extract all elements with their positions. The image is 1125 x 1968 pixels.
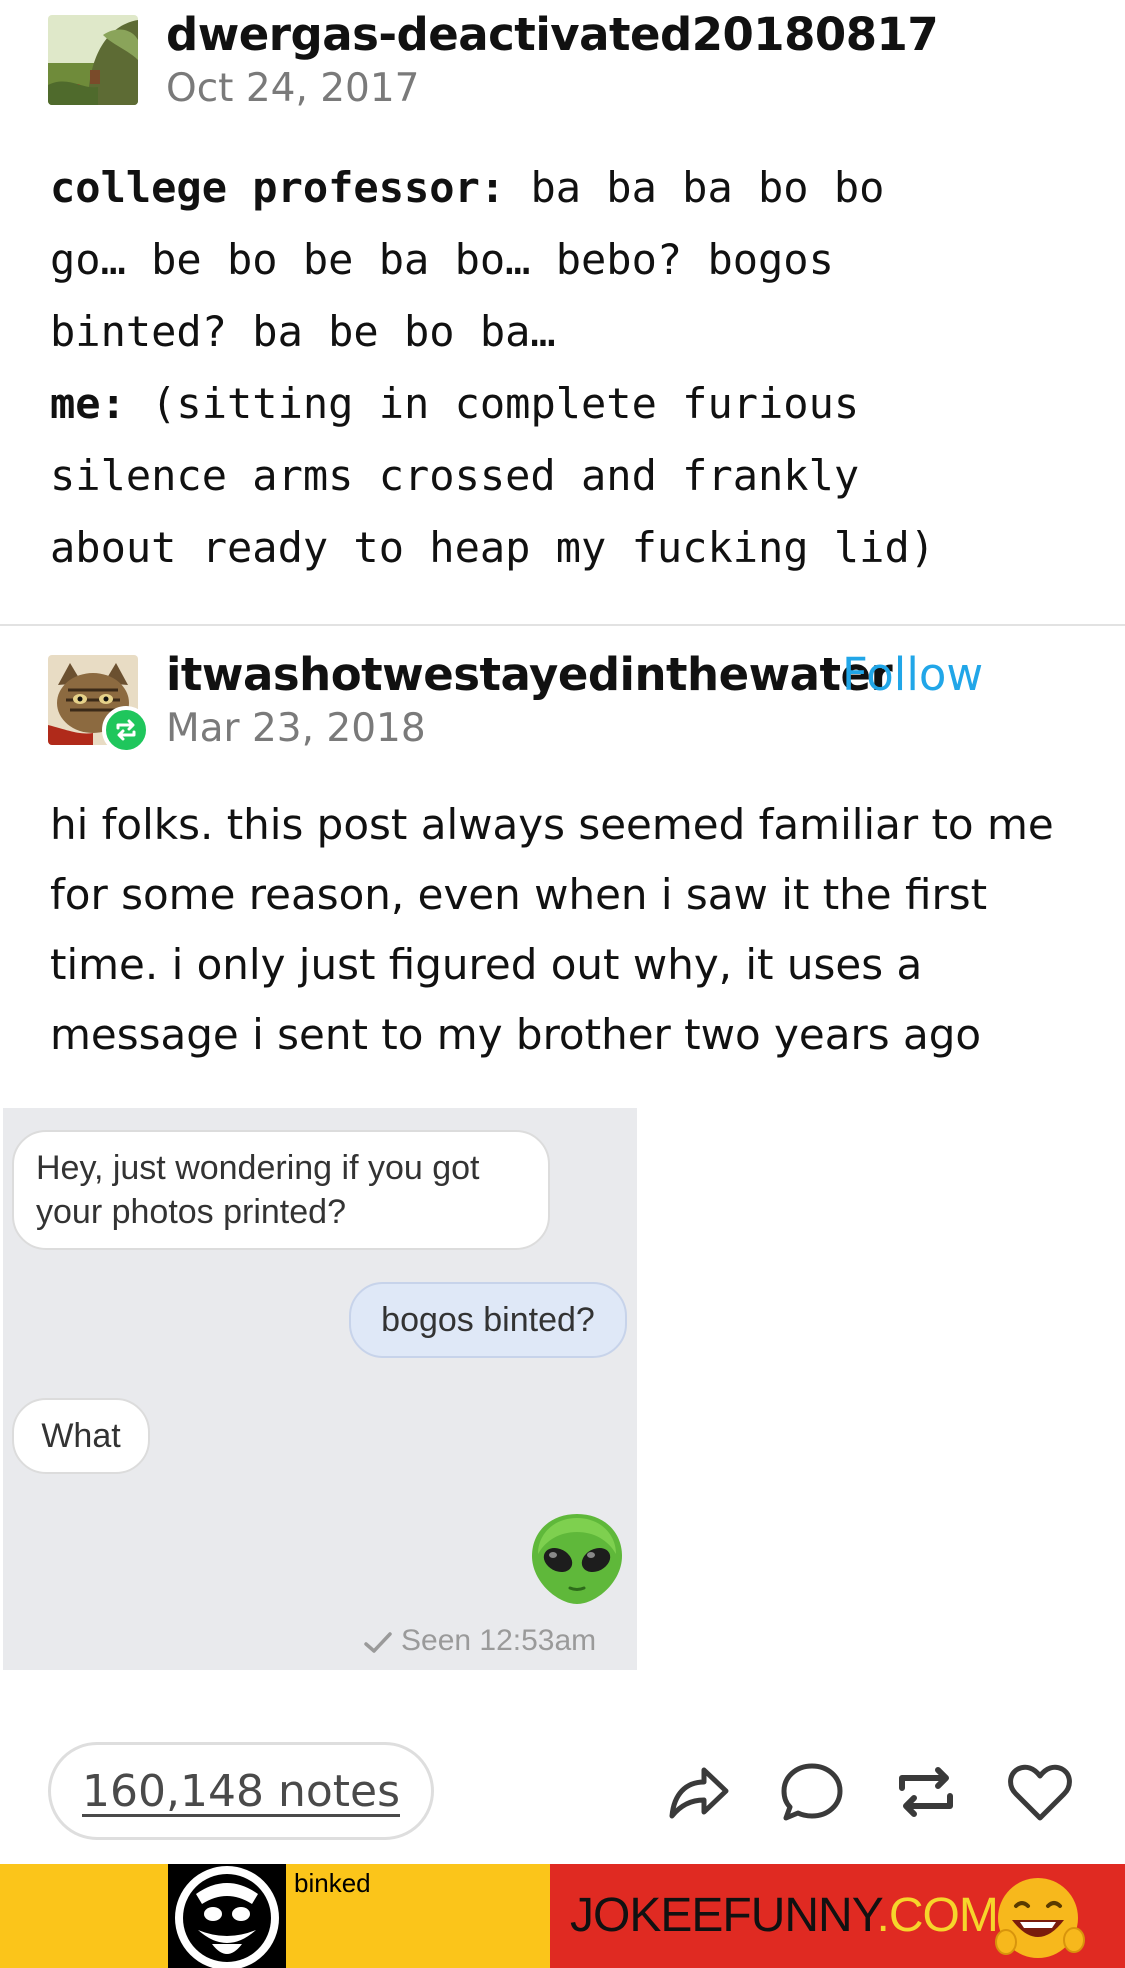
post2-body: hi folks. this post always seemed famili… [50, 790, 1090, 1070]
post1-username[interactable]: dwergas-deactivated20180817 [166, 8, 939, 61]
wario-face-icon [168, 1864, 286, 1968]
chat-screenshot: Hey, just wondering if you got your phot… [3, 1108, 637, 1670]
post2-username[interactable]: itwashotwestayedinthewater [166, 648, 893, 701]
reblog-icon[interactable] [892, 1758, 960, 1826]
chat-message-outgoing: bogos binted? [349, 1282, 627, 1358]
watermark-banner: binked JOKEEFUNNY.COM [0, 1864, 1125, 1968]
alien-emoji-icon [532, 1514, 622, 1604]
post1-line: about ready to heap my fucking lid) [50, 523, 936, 572]
hobbit-hole-avatar-image [48, 15, 138, 105]
seen-status: Seen 12:53am [401, 1624, 597, 1657]
post2-line: for some reason, even when i saw it the … [50, 870, 988, 919]
post1-line: college professor: ba ba ba bo bo [50, 163, 885, 212]
chat-message-text: your photos printed? [36, 1193, 346, 1231]
share-icon[interactable] [664, 1758, 732, 1826]
post2-line: time. i only just figured out why, it us… [50, 940, 923, 989]
follow-button[interactable]: Follow [842, 648, 983, 701]
post2-date: Mar 23, 2018 [166, 706, 426, 751]
notes-count: 160,148 notes [82, 1765, 400, 1817]
chat-message-incoming: What [12, 1398, 150, 1474]
like-heart-icon[interactable] [1006, 1758, 1074, 1826]
post1-line: me: (sitting in complete furious [50, 379, 860, 428]
checkmark-icon [364, 1632, 392, 1653]
post1-date: Oct 24, 2017 [166, 66, 420, 111]
notes-button[interactable]: 160,148 notes [48, 1742, 434, 1840]
banner-binked-text: binked [294, 1868, 371, 1898]
post1-line: silence arms crossed and frankly [50, 451, 860, 500]
post2-line: hi folks. this post always seemed famili… [50, 800, 1054, 849]
post2-line: message i sent to my brother two years a… [50, 1010, 982, 1059]
chat-message-text: Hey, just wondering if you got [36, 1149, 480, 1187]
post-divider [0, 624, 1125, 626]
post1-body: college professor: ba ba ba bo bo go… be… [50, 152, 1090, 584]
laughing-emoji-icon [995, 1878, 1085, 1958]
banner-brand: JOKEEFUNNY.COM [570, 1889, 999, 1942]
post1-line: binted? ba be bo ba… [50, 307, 556, 356]
reply-icon[interactable] [778, 1758, 846, 1826]
post1-line: go… be bo be ba bo… bebo? bogos [50, 235, 834, 284]
chat-message-incoming: Hey, just wondering if you got your phot… [12, 1130, 550, 1250]
reblog-badge-icon [102, 706, 150, 754]
avatar-dwergas[interactable] [48, 15, 138, 105]
